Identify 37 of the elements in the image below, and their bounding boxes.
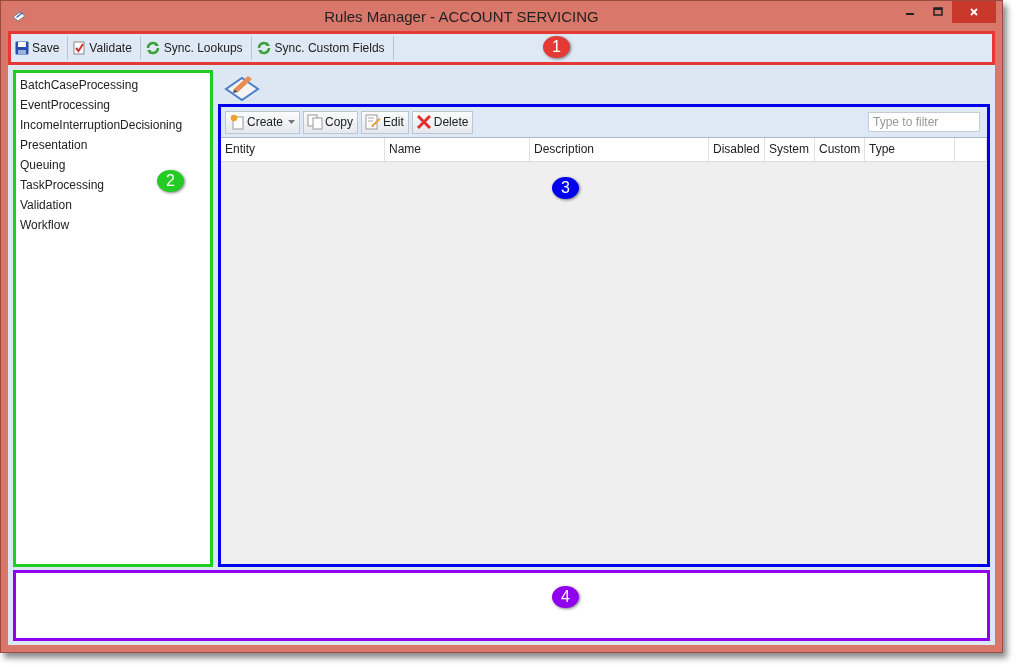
list-item[interactable]: BatchCaseProcessing — [20, 75, 139, 95]
filter-field[interactable]: Type to filter — [868, 112, 980, 132]
column-header[interactable]: System — [765, 138, 815, 161]
list-item[interactable]: IncomeInterruptionDecisioning — [20, 115, 183, 135]
list-item[interactable]: Queuing — [20, 155, 66, 175]
column-header[interactable]: Description — [530, 138, 709, 161]
list-item[interactable]: TaskProcessing — [20, 175, 105, 195]
callout-badge: 1 — [543, 36, 570, 58]
toolbar-button[interactable]: Save — [11, 36, 69, 60]
column-header[interactable]: Name — [385, 138, 530, 161]
close-button[interactable] — [952, 1, 996, 23]
window-title: Rules Manager - ACCOUNT SERVICING — [323, 7, 600, 25]
document-pencil-icon — [365, 114, 382, 130]
maximize-icon — [933, 7, 943, 17]
list-item[interactable]: EventProcessing — [20, 95, 111, 115]
toolbar-button[interactable]: Edit — [361, 110, 409, 134]
callout-badge: 4 — [552, 586, 579, 608]
column-header[interactable]: Custom — [815, 138, 865, 161]
copy-icon — [307, 114, 324, 130]
column-header[interactable]: Disabled — [709, 138, 765, 161]
list-item[interactable]: Validation — [20, 195, 72, 215]
toolbar-button[interactable]: Sync. Custom Fields — [251, 36, 394, 60]
toolbar-button[interactable]: Sync. Lookups — [140, 36, 252, 60]
refresh-icon — [255, 40, 272, 56]
toolbar-button[interactable]: Create — [225, 110, 301, 134]
list-item[interactable]: Workflow — [20, 215, 70, 235]
delete-icon — [415, 114, 432, 130]
column-header[interactable]: Type — [865, 138, 955, 161]
refresh-icon — [144, 40, 161, 56]
callout-badge: 2 — [157, 170, 184, 192]
list-item[interactable]: Presentation — [20, 135, 88, 155]
document-check-icon — [72, 41, 87, 55]
toolbar-button[interactable]: Copy — [303, 110, 359, 134]
column-header[interactable]: Entity — [221, 138, 385, 161]
toolbar-button[interactable]: Validate — [68, 36, 141, 60]
close-icon — [969, 7, 979, 17]
toolbar-button[interactable]: Delete — [411, 110, 474, 134]
